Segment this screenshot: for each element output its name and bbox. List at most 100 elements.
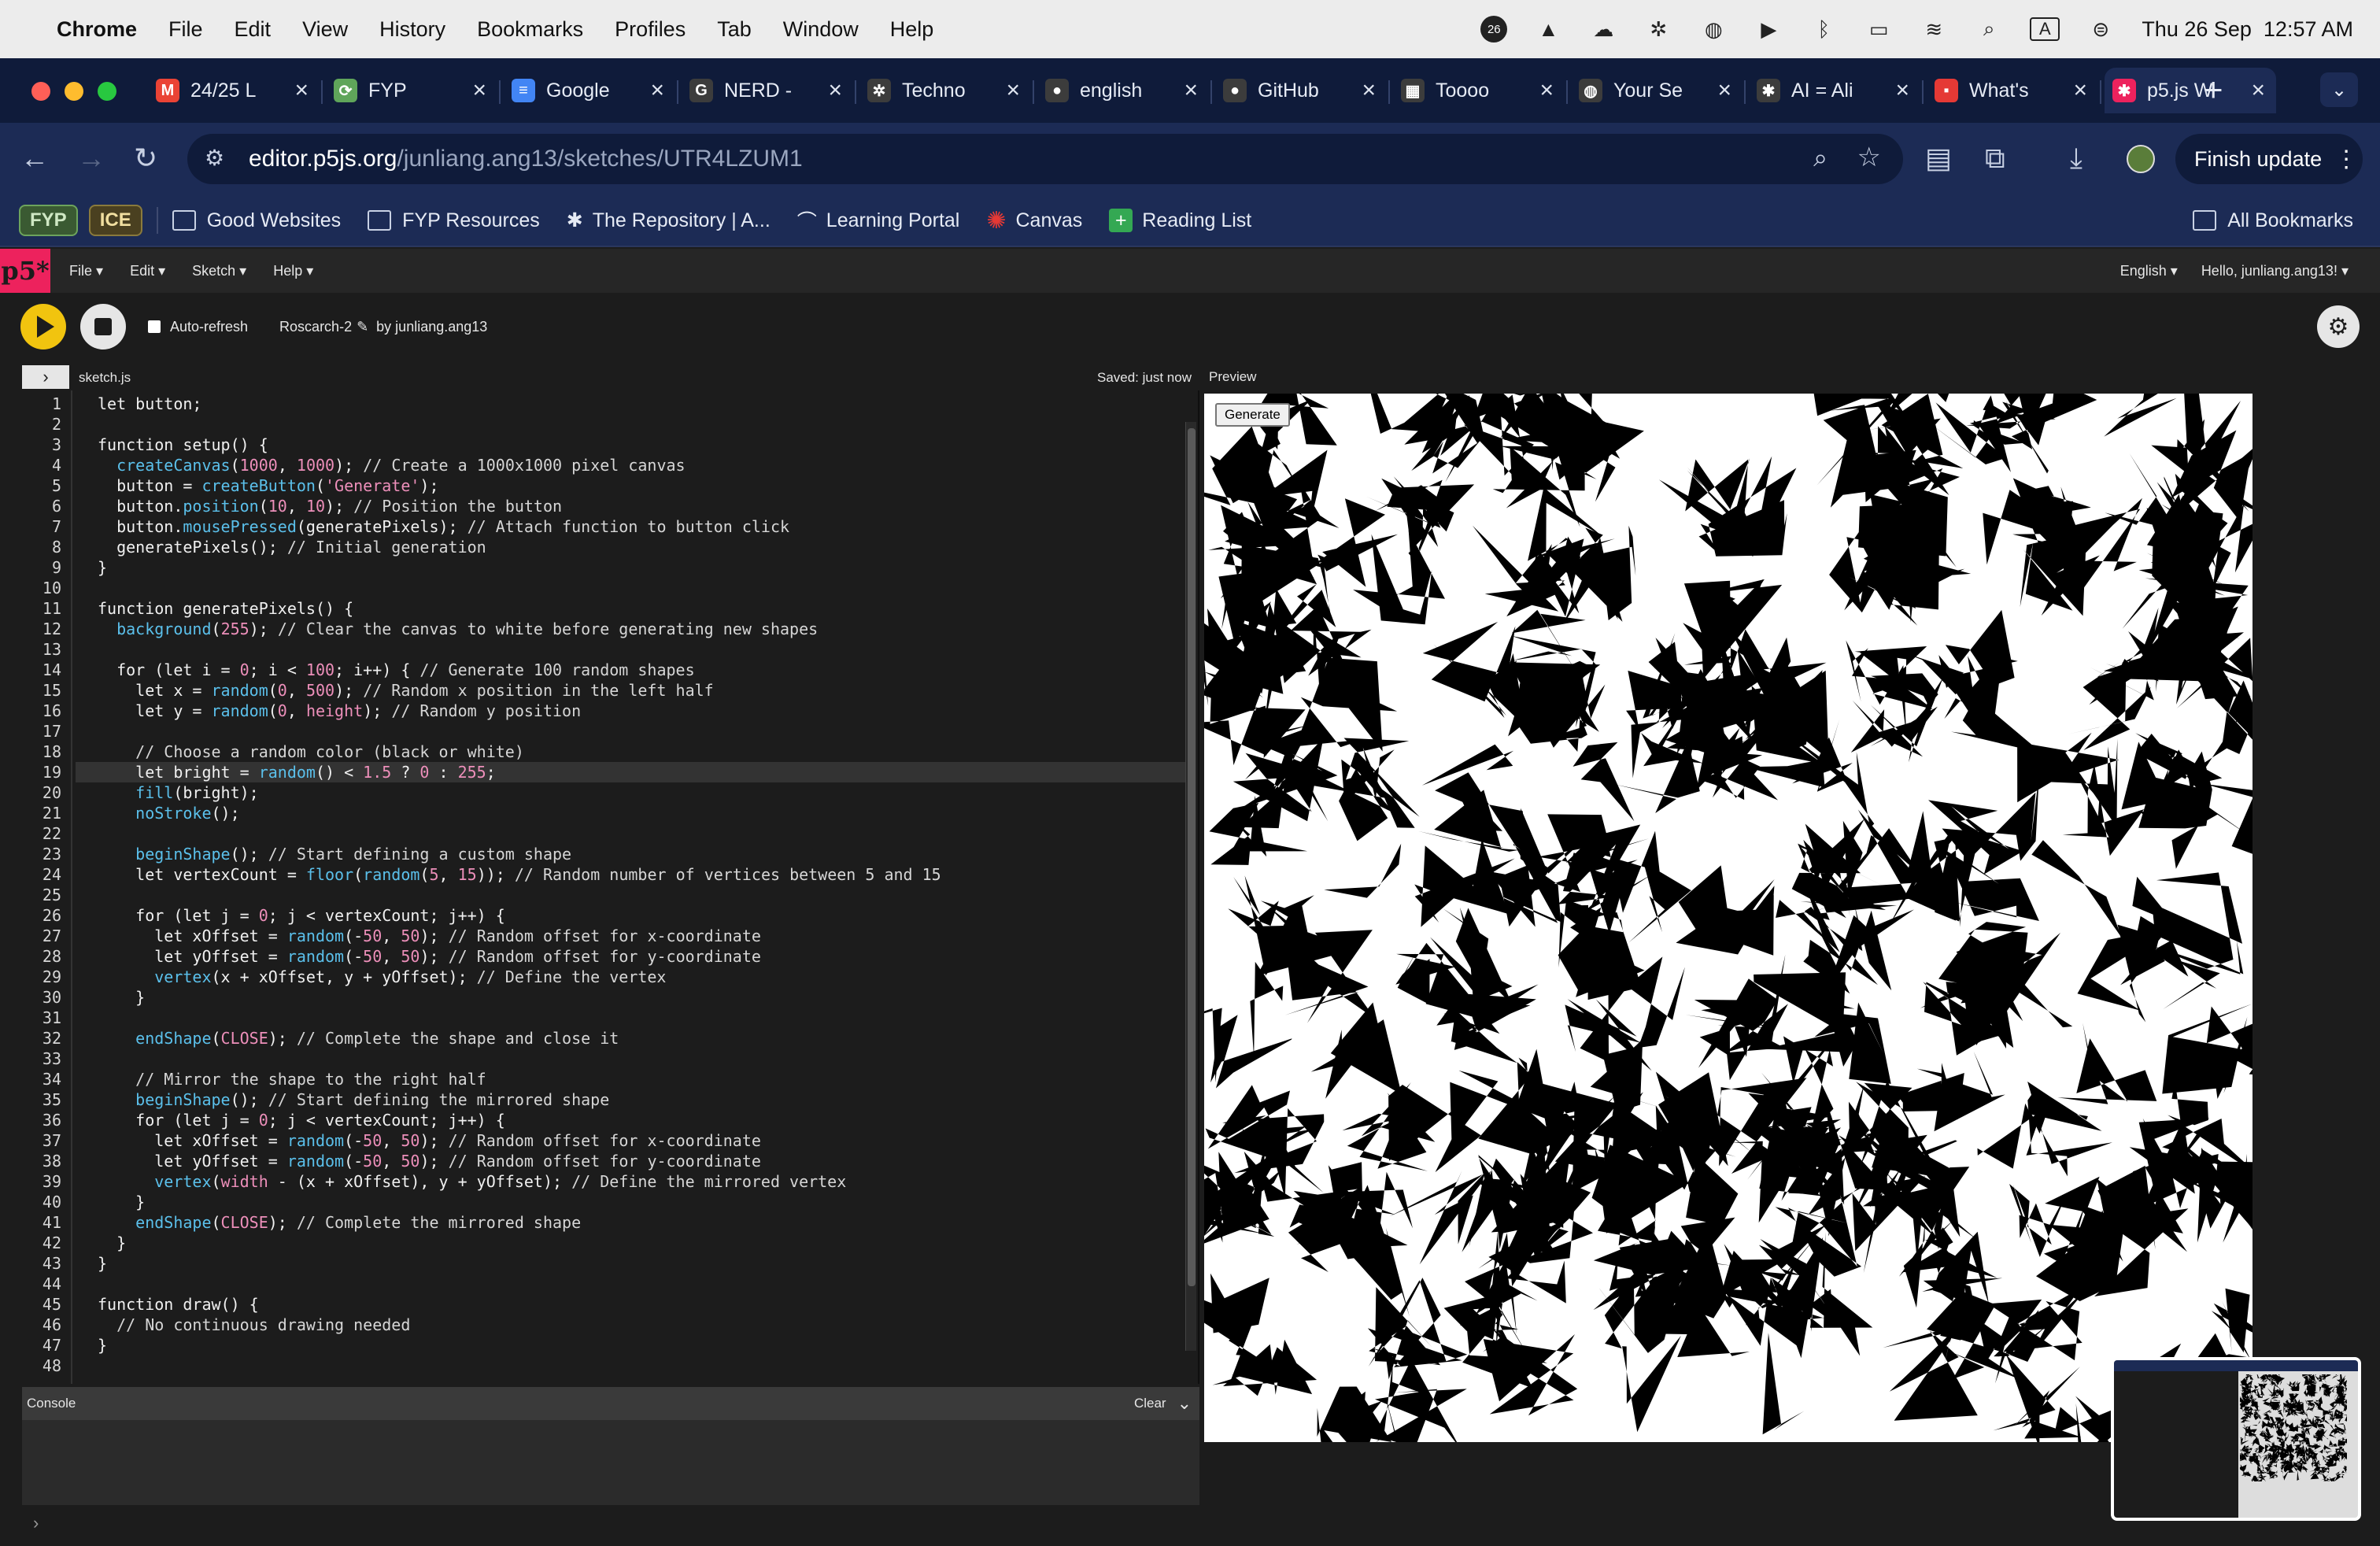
code-line[interactable]: beginShape(); // Start defining a custom… <box>98 844 571 864</box>
battery-icon[interactable]: ▭ <box>1864 17 1893 41</box>
profile-avatar[interactable] <box>2127 145 2155 173</box>
code-line[interactable]: background(255); // Clear the canvas to … <box>98 619 818 639</box>
bookmark-star-icon[interactable]: ☆ <box>1857 142 1881 173</box>
minimize-window-button[interactable] <box>65 82 83 101</box>
code-line[interactable]: function setup() { <box>98 435 268 455</box>
close-tab-icon[interactable]: × <box>1717 77 1731 104</box>
all-bookmarks[interactable]: All Bookmarks <box>2193 209 2353 232</box>
code-line[interactable]: let y = random(0, height); // Random y p… <box>98 701 581 721</box>
download-icon[interactable]: ⤓ <box>2070 142 2082 176</box>
code-line[interactable]: createCanvas(1000, 1000); // Create a 10… <box>98 455 686 475</box>
openai-icon[interactable]: ✲ <box>1644 17 1672 41</box>
close-tab-icon[interactable]: × <box>2251 77 2265 104</box>
tab-11[interactable]: ▪ What's × <box>1927 68 2098 113</box>
site-info-icon[interactable]: ⚙ <box>205 145 224 171</box>
console-clear-button[interactable]: Clear <box>1134 1396 1166 1411</box>
code-line[interactable]: let vertexCount = floor(random(5, 15)); … <box>98 864 941 885</box>
reading-mode-icon[interactable]: ▤ <box>1925 142 1952 175</box>
menu-app-name[interactable]: Chrome <box>57 17 137 42</box>
code-editor[interactable]: 1 2 3 4 5 6 7 8 9 10 11 12 13 14 15 16 17 18 19 20 21 22 23 24 2… <box>22 390 1199 1384</box>
bookmark-good-websites[interactable]: Good Websites <box>172 209 341 232</box>
code-line[interactable]: let yOffset = random(-50, 50); // Random… <box>98 946 761 967</box>
reload-icon[interactable]: ↻ <box>134 142 157 175</box>
p5-logo[interactable]: p5* <box>0 249 50 293</box>
code-line[interactable]: fill(bright); <box>98 782 259 803</box>
tab-4[interactable]: G NERD - × <box>682 68 853 113</box>
tab-9[interactable]: ◍ Your Se × <box>1571 68 1743 113</box>
zoom-window-button[interactable] <box>98 82 116 101</box>
play-button[interactable] <box>20 304 66 350</box>
close-window-button[interactable] <box>31 82 50 101</box>
tab-2[interactable]: ⟳ FYP × <box>326 68 497 113</box>
control-center-icon[interactable]: ⊜ <box>2086 17 2115 41</box>
code-area[interactable]: let button; function setup() { createCanv… <box>76 390 1185 1384</box>
settings-gear-icon[interactable]: ⚙ <box>2317 305 2360 348</box>
bookmark-canvas[interactable]: ✺ Canvas <box>986 207 1082 235</box>
menu-view[interactable]: View <box>302 17 348 42</box>
code-line[interactable]: let xOffset = random(-50, 50); // Random… <box>98 926 761 946</box>
code-line[interactable]: // Choose a random color (black or white… <box>98 742 524 762</box>
scrollbar-thumb[interactable] <box>1188 428 1196 1286</box>
code-line[interactable]: let yOffset = random(-50, 50); // Random… <box>98 1151 761 1171</box>
menu-profiles[interactable]: Profiles <box>615 17 686 42</box>
search-icon[interactable]: ⌕ <box>1975 17 2003 41</box>
tab-7[interactable]: ● GitHub × <box>1215 68 1387 113</box>
code-line[interactable]: // No continuous drawing needed <box>98 1315 410 1335</box>
cloud-icon[interactable]: ☁ <box>1589 17 1617 41</box>
bookmark-fyp-resources[interactable]: FYP Resources <box>368 209 540 232</box>
drive-icon[interactable]: ▲ <box>1534 17 1562 41</box>
code-line[interactable]: let x = random(0, 500); // Random x posi… <box>98 680 714 701</box>
new-tab-icon[interactable]: + <box>2204 71 2223 109</box>
close-tab-icon[interactable]: × <box>1539 77 1554 104</box>
input-source-icon[interactable]: A <box>2030 17 2060 41</box>
generate-button[interactable]: Generate <box>1215 403 1290 427</box>
close-tab-icon[interactable]: × <box>294 77 309 104</box>
code-line[interactable]: button.mousePressed(generatePixels); // … <box>98 516 789 537</box>
forward-icon[interactable]: → <box>77 142 105 175</box>
address-bar[interactable]: ⚙ editor.p5js.org/junliang.ang13/sketche… <box>187 134 1903 184</box>
tab-5[interactable]: ✲ Techno × <box>859 68 1031 113</box>
p5-menu-help[interactable]: Help ▾ <box>273 263 313 279</box>
tab-6[interactable]: ● english × <box>1037 68 1209 113</box>
p5-menu-edit[interactable]: Edit ▾ <box>130 263 165 279</box>
code-line[interactable]: // Mirror the shape to the right half <box>98 1069 486 1089</box>
tab-search-icon[interactable]: ⌄ <box>2320 72 2358 107</box>
sketch-canvas[interactable]: Generate <box>1204 394 2252 1442</box>
menu-edit[interactable]: Edit <box>235 17 272 42</box>
code-line[interactable]: beginShape(); // Start defining the mirr… <box>98 1089 609 1110</box>
language-selector[interactable]: English ▾ <box>2120 263 2178 279</box>
close-tab-icon[interactable]: × <box>472 77 486 104</box>
menu-help[interactable]: Help <box>890 17 934 42</box>
bookmark-reading-list[interactable]: + Reading List <box>1109 209 1251 232</box>
code-line[interactable]: noStroke(); <box>98 803 239 823</box>
code-line[interactable]: } <box>98 1233 126 1253</box>
bookmark-learning-portal[interactable]: ⌒ Learning Portal <box>797 206 960 235</box>
bookmark-group-ice[interactable]: ICE <box>88 205 142 236</box>
tab-3[interactable]: ≡ Google × <box>504 68 675 113</box>
chevron-down-icon[interactable]: ⌄ <box>1177 1393 1192 1414</box>
close-tab-icon[interactable]: × <box>650 77 664 104</box>
console-input[interactable]: › <box>0 1505 1212 1546</box>
user-menu[interactable]: Hello, junliang.ang13! ▾ <box>2201 263 2349 279</box>
close-tab-icon[interactable]: × <box>2073 77 2087 104</box>
wifi-icon[interactable]: ≋ <box>1920 17 1948 41</box>
editor-scrollbar[interactable] <box>1185 422 1196 1351</box>
close-tab-icon[interactable]: × <box>1362 77 1376 104</box>
notification-badge-icon[interactable]: 26 <box>1480 16 1508 43</box>
code-line[interactable]: endShape(CLOSE); // Complete the shape a… <box>98 1028 619 1049</box>
code-line[interactable]: } <box>98 1253 107 1274</box>
finish-update-button[interactable]: Finish update ⋮ <box>2175 134 2363 184</box>
close-tab-icon[interactable]: × <box>1184 77 1198 104</box>
tab-8[interactable]: ▦ Toooo × <box>1393 68 1565 113</box>
back-icon[interactable]: ← <box>20 142 49 175</box>
bluetooth-icon[interactable]: ᛒ <box>1809 17 1838 41</box>
extensions-icon[interactable]: ⧉ <box>1985 142 2005 176</box>
code-line[interactable]: function generatePixels() { <box>98 598 353 619</box>
code-line[interactable]: let bright = random() < 1.5 ? 0 : 255; <box>98 762 496 782</box>
code-line[interactable]: button.position(10, 10); // Position the… <box>98 496 562 516</box>
menu-window[interactable]: Window <box>783 17 859 42</box>
code-line[interactable]: vertex(x + xOffset, y + yOffset); // Def… <box>98 967 666 987</box>
code-line[interactable]: for (let j = 0; j < vertexCount; j++) { <box>98 905 505 926</box>
code-line[interactable]: let button; <box>98 394 201 414</box>
code-line[interactable]: let xOffset = random(-50, 50); // Random… <box>98 1130 761 1151</box>
